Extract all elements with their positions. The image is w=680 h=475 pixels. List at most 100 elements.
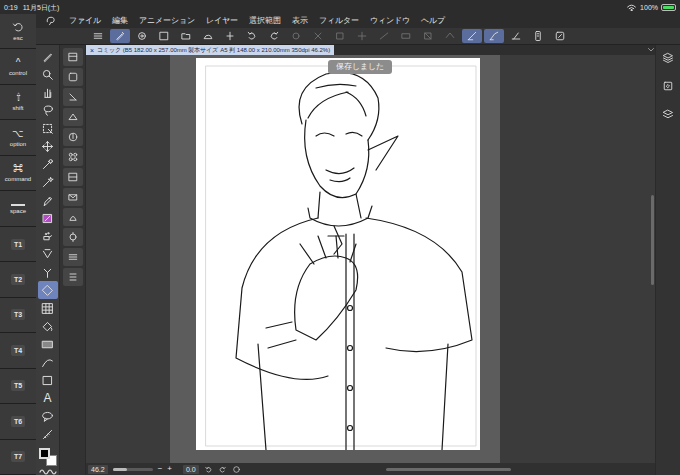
grid-tool[interactable] [38,299,58,317]
auto-select-tool[interactable] [38,119,58,137]
sub-tool-button[interactable] [63,48,83,66]
command-button[interactable] [484,29,504,43]
balloon-tool[interactable] [38,407,58,425]
menu-item[interactable]: 表示 [292,17,308,25]
command-button[interactable] [528,29,548,43]
command-button[interactable] [176,29,196,43]
menu-item[interactable]: 選択範囲 [249,17,281,25]
modifier-key[interactable]: ⇧shift [0,85,36,120]
command-button[interactable] [198,29,218,43]
eraser-tool[interactable] [38,281,58,299]
zoom-in-button[interactable]: + [167,465,172,473]
eyedropper-tool[interactable] [38,155,58,173]
app-screen: {"status_bar": {"time": "0:19", "date": … [0,0,680,475]
command-button[interactable] [110,29,130,43]
blend-tool[interactable] [38,263,58,281]
vertical-scroll-thumb[interactable] [651,195,654,285]
rotate-left-icon[interactable] [204,465,213,474]
gradient-tool[interactable] [38,335,58,353]
main-color-swatch[interactable] [39,448,50,459]
command-button[interactable] [220,29,240,43]
palette-6-icon [67,171,79,183]
menu-item[interactable]: フィルター [319,17,359,25]
space-bar-icon [11,204,25,206]
modifier-key[interactable]: esc [0,14,36,49]
sub-tool-button[interactable] [63,268,83,286]
rectangle-tool[interactable] [38,371,58,389]
menu-item[interactable]: レイヤー [206,17,238,25]
modifier-key[interactable]: T1 [0,227,36,262]
panel-button[interactable] [658,105,678,123]
modifier-key[interactable]: T4 [0,333,36,368]
command-button[interactable] [242,29,262,43]
modifier-key[interactable]: T2 [0,262,36,297]
modifier-key[interactable]: ^control [0,49,36,84]
sub-tool-button[interactable] [63,148,83,166]
canvas-area[interactable]: 保存しました [86,55,655,463]
zoom-slider[interactable] [113,468,153,471]
brush-size-tool[interactable] [38,47,58,65]
rotation-field[interactable]: 0.0 [183,465,199,474]
fill-tool[interactable] [38,317,58,335]
menu-item[interactable]: ウィンドウ [370,17,410,25]
modifier-key[interactable]: T7 [0,440,36,475]
menu-item[interactable]: 編集 [112,17,128,25]
document-tab[interactable]: ×コミック (B5 182.00 x 257.00mm 製本サイズ A5 判 1… [86,45,334,55]
modifier-key[interactable]: T5 [0,369,36,404]
modifier-key[interactable]: ⌥option [0,120,36,155]
color-brush-tool[interactable] [38,209,58,227]
command-button[interactable] [132,29,152,43]
rotate-right-icon[interactable] [218,465,227,474]
sub-tool-button[interactable] [63,228,83,246]
modifier-key[interactable]: T3 [0,298,36,333]
palette-0-icon [67,51,79,63]
modifier-key[interactable]: T6 [0,404,36,439]
menu-item[interactable]: ヘルプ [421,17,445,25]
command-button[interactable] [88,29,108,43]
menu-item[interactable]: ファイル [69,17,101,25]
command-button[interactable] [550,29,570,43]
color-swatches[interactable] [38,447,58,467]
sub-tool-button[interactable] [63,128,83,146]
hand-tool[interactable] [38,83,58,101]
tab-close-button[interactable]: × [90,47,94,54]
modifier-key[interactable]: ⌘command [0,156,36,191]
reset-rotation-icon[interactable] [232,465,241,474]
command-button[interactable] [462,29,482,43]
panel-button[interactable] [658,77,678,95]
command-2-icon [136,30,148,42]
app-logo-icon[interactable] [44,15,58,27]
sub-tool-button[interactable] [63,248,83,266]
horizontal-scrollbar[interactable] [246,468,653,471]
canvas-page[interactable]: 保存しました [196,58,480,450]
airbrush-tool[interactable] [38,227,58,245]
zoom-field[interactable]: 46.2 [88,465,108,474]
sub-tool-button[interactable] [63,188,83,206]
ruler-tool[interactable] [38,425,58,443]
magic-wand-tool[interactable] [38,173,58,191]
command-button[interactable] [506,29,526,43]
command-16-icon [444,30,456,42]
panel-button[interactable] [658,49,678,67]
pen-tool[interactable] [38,191,58,209]
move-tool[interactable] [38,137,58,155]
sub-tool-button[interactable] [63,68,83,86]
command-button[interactable] [154,29,174,43]
decoration-tool[interactable] [38,245,58,263]
curve-tool[interactable] [38,353,58,371]
horizontal-scroll-thumb[interactable] [386,468,511,471]
zoom-tool[interactable] [38,65,58,83]
command-button[interactable] [264,29,284,43]
text-tool[interactable]: A [38,389,58,407]
zoom-out-button[interactable]: − [158,465,163,473]
palette-7-icon [67,191,79,203]
menu-item[interactable]: アニメーション [139,17,195,25]
chevron-down-icon[interactable] [647,46,655,54]
sub-tool-button[interactable] [63,168,83,186]
sub-tool-button[interactable] [63,108,83,126]
sub-tool-button[interactable] [63,88,83,106]
lasso-tool[interactable] [38,101,58,119]
modifier-key[interactable]: space [0,191,36,226]
magic-wand-icon [41,176,54,189]
sub-tool-button[interactable] [63,208,83,226]
